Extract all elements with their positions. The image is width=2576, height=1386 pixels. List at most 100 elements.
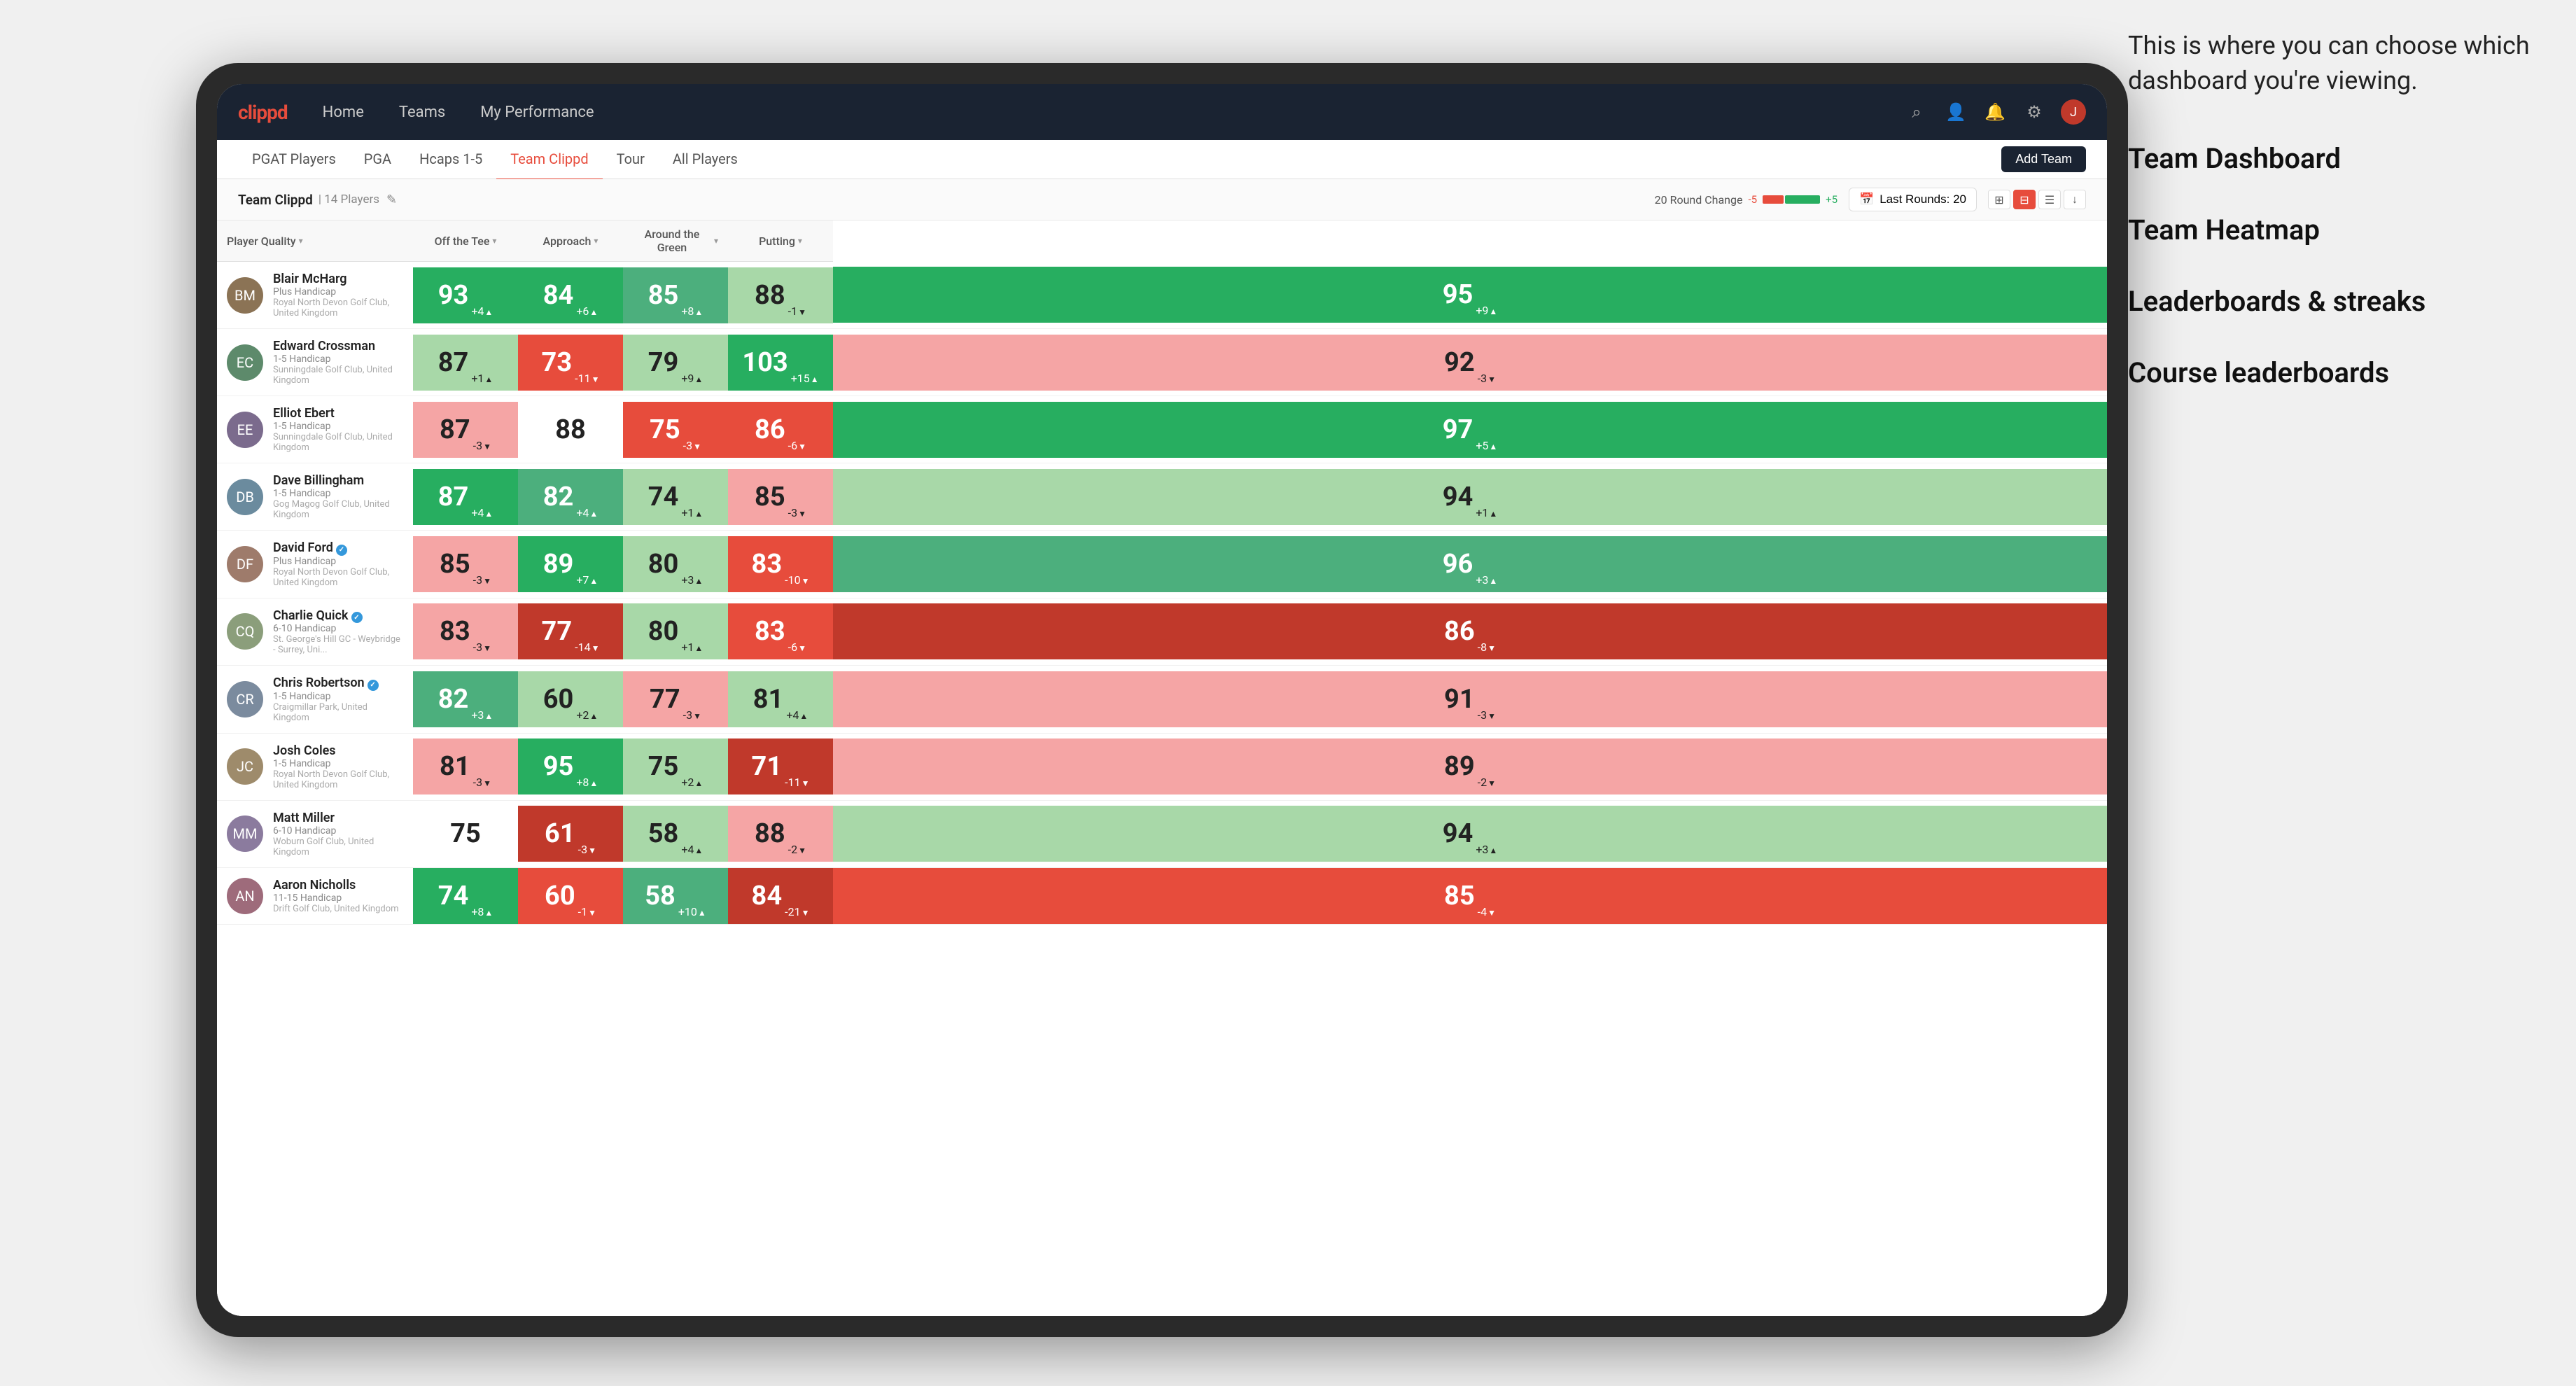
tab-pgat-players[interactable]: PGAT Players bbox=[238, 139, 350, 181]
add-team-button[interactable]: Add Team bbox=[2001, 146, 2086, 172]
score-value: 85 bbox=[1444, 881, 1475, 911]
change-value: +3 bbox=[471, 708, 484, 722]
change-value: -3 bbox=[1478, 708, 1487, 722]
change-arrow bbox=[1489, 573, 1497, 587]
score-box: 85 -3 bbox=[728, 469, 833, 525]
score-value: 87 bbox=[438, 347, 469, 378]
annotation-item: Team Heatmap bbox=[2128, 212, 2534, 248]
tab-team-clippd[interactable]: Team Clippd bbox=[496, 139, 602, 181]
off-tee-cell: 89 +7 bbox=[518, 531, 623, 598]
settings-icon[interactable]: ⚙ bbox=[2022, 99, 2047, 125]
table-row[interactable]: EC Edward Crossman 1-5 Handicap Sunningd… bbox=[217, 329, 2107, 396]
user-avatar[interactable]: J bbox=[2061, 99, 2086, 125]
col-header-off-tee[interactable]: Off the Tee ▾ bbox=[413, 220, 518, 262]
player-club: Royal North Devon Golf Club, United King… bbox=[273, 298, 403, 318]
table-row[interactable]: BM Blair McHarg Plus Handicap Royal Nort… bbox=[217, 262, 2107, 329]
subnav: PGAT Players PGA Hcaps 1-5 Team Clippd T… bbox=[217, 140, 2107, 179]
change-value: -14 bbox=[575, 640, 590, 654]
team-header: Team Clippd | 14 Players ✎ 20 Round Chan… bbox=[217, 179, 2107, 220]
score-box: 84 -21 bbox=[728, 868, 833, 924]
tab-hcaps[interactable]: Hcaps 1-5 bbox=[405, 139, 496, 181]
table-row[interactable]: EE Elliot Ebert 1-5 Handicap Sunningdale… bbox=[217, 396, 2107, 463]
change-value: +1 bbox=[681, 640, 694, 654]
table-row[interactable]: DF David Ford✓ Plus Handicap Royal North… bbox=[217, 531, 2107, 598]
score-box: 82 +4 bbox=[518, 469, 623, 525]
score-box: 85 +8 bbox=[623, 267, 728, 323]
player-name: Josh Coles bbox=[273, 743, 403, 758]
col-header-around-green[interactable]: Around the Green ▾ bbox=[623, 220, 728, 262]
team-player-count: | 14 Players bbox=[318, 192, 379, 206]
score-box: 87 +1 bbox=[413, 335, 518, 391]
score-value: 73 bbox=[542, 347, 573, 378]
player-club: St. George's Hill GC - Weybridge - Surre… bbox=[273, 634, 403, 655]
change-value: -10 bbox=[785, 573, 800, 587]
nav-home[interactable]: Home bbox=[316, 99, 371, 125]
player-avatar: MM bbox=[227, 816, 263, 852]
search-icon[interactable]: ⌕ bbox=[1904, 99, 1929, 125]
off-tee-cell: 88 bbox=[518, 396, 623, 463]
change-value: +15 bbox=[791, 372, 810, 385]
player-name: David Ford✓ bbox=[273, 540, 403, 556]
change-arrow bbox=[1489, 843, 1497, 856]
tab-all-players[interactable]: All Players bbox=[659, 139, 752, 181]
table-row[interactable]: AN Aaron Nicholls 11-15 Handicap Drift G… bbox=[217, 867, 2107, 924]
change-arrow bbox=[1488, 372, 1496, 385]
player-handicap: Plus Handicap bbox=[273, 286, 403, 298]
table-row[interactable]: CQ Charlie Quick✓ 6-10 Handicap St. Geor… bbox=[217, 598, 2107, 666]
nav-my-performance[interactable]: My Performance bbox=[473, 99, 601, 125]
col-header-player[interactable]: Player Quality ▾ bbox=[217, 220, 413, 262]
score-box: 60 -1 bbox=[518, 868, 623, 924]
player-details: Blair McHarg Plus Handicap Royal North D… bbox=[273, 272, 403, 318]
player-handicap: 1-5 Handicap bbox=[273, 691, 403, 702]
bell-icon[interactable]: 🔔 bbox=[1982, 99, 2008, 125]
player-handicap: 11-15 Handicap bbox=[273, 892, 399, 904]
table-row[interactable]: JC Josh Coles 1-5 Handicap Royal North D… bbox=[217, 733, 2107, 800]
table-row[interactable]: MM Matt Miller 6-10 Handicap Woburn Golf… bbox=[217, 800, 2107, 867]
grid-view-icon[interactable]: ⊞ bbox=[1988, 190, 2010, 209]
around-green-cell: 71 -11 bbox=[728, 733, 833, 800]
score-box: 95 +8 bbox=[518, 738, 623, 794]
round-change-indicator: 20 Round Change -5 +5 bbox=[1655, 193, 1837, 206]
table-row[interactable]: DB Dave Billingham 1-5 Handicap Gog Mago… bbox=[217, 463, 2107, 531]
change-value: +1 bbox=[681, 506, 694, 519]
score-box: 60 +2 bbox=[518, 671, 623, 727]
edit-team-icon[interactable]: ✎ bbox=[386, 192, 397, 207]
sort-putting-icon: ▾ bbox=[798, 236, 802, 246]
last-rounds-button[interactable]: 📅 Last Rounds: 20 bbox=[1849, 188, 1977, 211]
tab-tour[interactable]: Tour bbox=[603, 139, 659, 181]
player-avatar: CQ bbox=[227, 613, 263, 650]
change-arrow bbox=[1488, 640, 1496, 654]
score-box: 95 +9 bbox=[833, 267, 2107, 323]
tab-pga[interactable]: PGA bbox=[350, 139, 405, 181]
player-name: Dave Billingham bbox=[273, 473, 403, 488]
download-icon[interactable]: ↓ bbox=[2064, 190, 2086, 209]
change-value: +4 bbox=[681, 843, 694, 856]
player-handicap: Plus Handicap bbox=[273, 556, 403, 567]
approach-cell: 77 -3 bbox=[623, 666, 728, 734]
list-view-icon[interactable]: ☰ bbox=[2038, 190, 2061, 209]
nav-teams[interactable]: Teams bbox=[392, 99, 452, 125]
player-cell: DB Dave Billingham 1-5 Handicap Gog Mago… bbox=[217, 463, 413, 531]
approach-cell: 58 +4 bbox=[623, 800, 728, 867]
person-icon[interactable]: 👤 bbox=[1943, 99, 1968, 125]
heatmap-view-icon[interactable]: ⊟ bbox=[2013, 190, 2036, 209]
score-box: 94 +3 bbox=[833, 806, 2107, 862]
table-body: BM Blair McHarg Plus Handicap Royal Nort… bbox=[217, 262, 2107, 925]
table-row[interactable]: CR Chris Robertson✓ 1-5 Handicap Craigmi… bbox=[217, 666, 2107, 734]
change-value: -1 bbox=[788, 304, 797, 318]
score-value: 77 bbox=[542, 616, 573, 647]
annotation-intro: This is where you can choose which dashb… bbox=[2128, 28, 2534, 99]
off-tee-cell: 95 +8 bbox=[518, 733, 623, 800]
change-value: -11 bbox=[575, 372, 590, 385]
putting-cell: 97 +5 bbox=[833, 396, 2107, 463]
change-value: +9 bbox=[681, 372, 694, 385]
player-name: Elliot Ebert bbox=[273, 406, 403, 421]
change-value: +4 bbox=[471, 506, 484, 519]
col-header-putting[interactable]: Putting ▾ bbox=[728, 220, 833, 262]
score-value: 86 bbox=[755, 414, 785, 445]
change-value: +8 bbox=[471, 905, 484, 918]
score-box: 58 +4 bbox=[623, 806, 728, 862]
change-value: -3 bbox=[578, 843, 587, 856]
col-header-approach[interactable]: Approach ▾ bbox=[518, 220, 623, 262]
table-header: Player Quality ▾ Off the Tee ▾ bbox=[217, 220, 2107, 262]
